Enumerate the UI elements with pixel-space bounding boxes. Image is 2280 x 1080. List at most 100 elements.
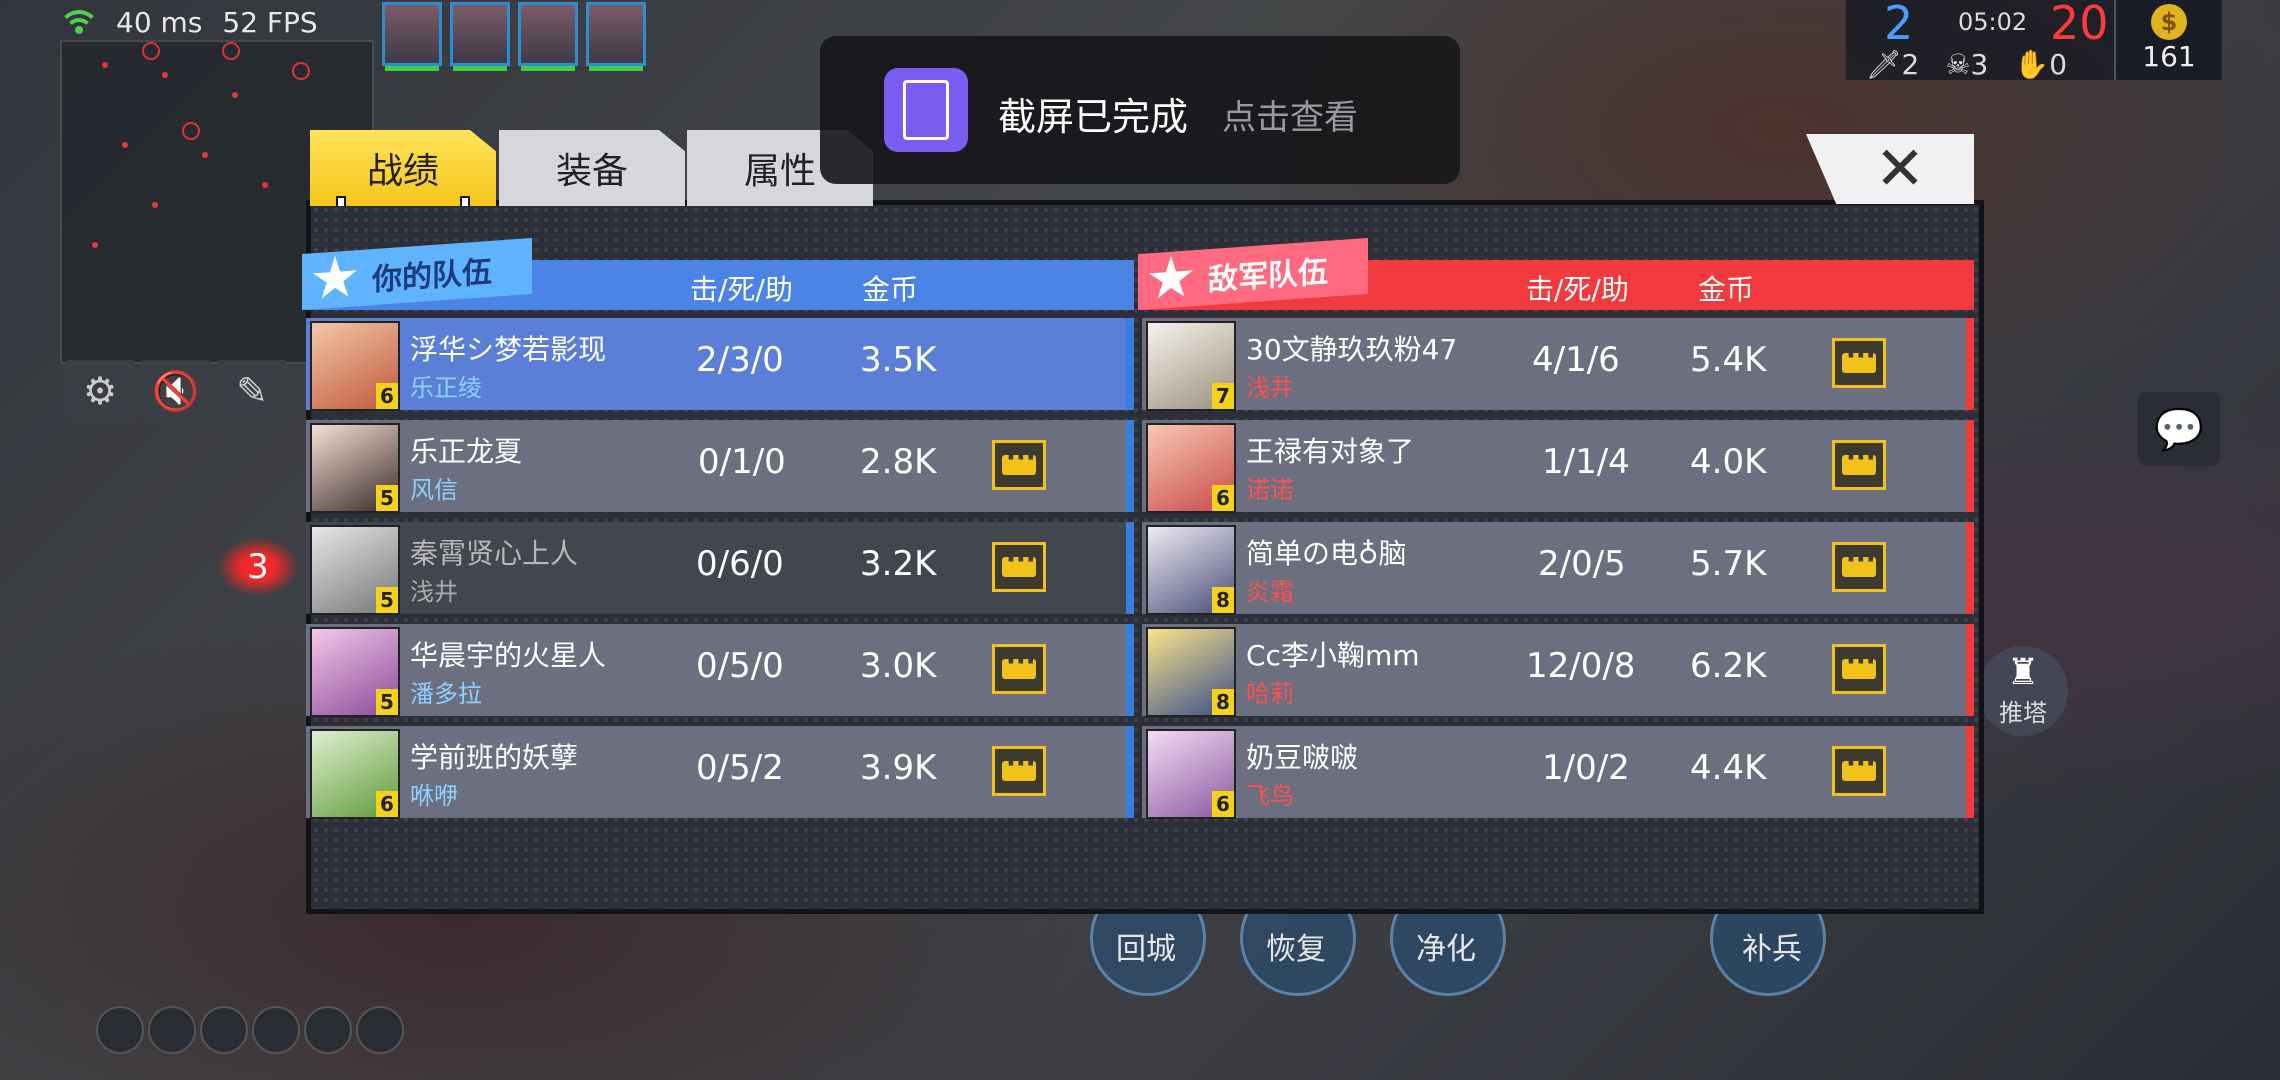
chat-message-button[interactable] bbox=[992, 542, 1046, 592]
screenshot-toast[interactable]: 截屏已完成 点击查看 bbox=[820, 36, 1460, 184]
hero-name: 飞鸟 bbox=[1246, 782, 1294, 810]
chat-message-button[interactable] bbox=[1832, 644, 1886, 694]
toast-view-link[interactable]: 点击查看 bbox=[1222, 90, 1358, 139]
hero-level: 6 bbox=[1212, 791, 1234, 817]
player-gold: 5.7K bbox=[1690, 544, 1767, 584]
team-portrait bbox=[450, 2, 510, 71]
chat-icon[interactable]: 💬 bbox=[2138, 392, 2220, 466]
player-gold: 3.0K bbox=[860, 646, 937, 686]
gold-bag-icon: $ bbox=[2151, 4, 2187, 40]
my-gold-header: 金币 bbox=[862, 273, 919, 306]
enemy-team-row: 6 王禄有对象了 诺诺 1/1/4 4.0K bbox=[1142, 420, 1974, 513]
chat-message-button[interactable] bbox=[1832, 542, 1886, 592]
star-icon bbox=[1148, 254, 1194, 303]
item-slot[interactable] bbox=[252, 1006, 300, 1054]
blue-score: 2 bbox=[1884, 0, 1914, 50]
my-team-header: 你的队伍 击/死/助 金币 bbox=[302, 237, 1134, 311]
tab-battle-stats-label: 战绩 bbox=[366, 151, 439, 192]
chat-bubble-icon bbox=[1842, 749, 1876, 781]
hero-level: 8 bbox=[1212, 689, 1234, 715]
player-name: Cc李小鞠mm bbox=[1246, 639, 1420, 672]
chat-bubble-icon bbox=[1002, 545, 1036, 577]
hero-avatar: 7 bbox=[1146, 321, 1236, 411]
tab-battle-stats[interactable]: 战绩 bbox=[310, 130, 496, 206]
hero-name: 哈莉 bbox=[1246, 680, 1294, 708]
player-kda: 2/0/5 bbox=[1538, 544, 1626, 584]
item-slot[interactable] bbox=[200, 1006, 248, 1054]
player-gold: 4.0K bbox=[1690, 442, 1767, 482]
chat-message-button[interactable] bbox=[992, 746, 1046, 796]
tower-icon: ♜ bbox=[2006, 652, 2040, 693]
close-button[interactable]: ✕ bbox=[1806, 134, 1974, 204]
fps-text: 52 FPS bbox=[222, 6, 318, 39]
player-name: 30文静玖玖粉47 bbox=[1246, 333, 1458, 366]
system-buttons: ⚙ 🔇 ✎ bbox=[66, 360, 286, 422]
player-kda: 2/3/0 bbox=[696, 340, 784, 380]
chat-message-button[interactable] bbox=[1832, 440, 1886, 490]
gold-display[interactable]: $ 161 bbox=[2114, 0, 2222, 80]
push-tower-label: 推塔 bbox=[1999, 699, 2047, 727]
assist-icon: ✋0 bbox=[2014, 48, 2068, 81]
chat-bubble-icon bbox=[1842, 341, 1876, 373]
hero-avatar: 5 bbox=[310, 525, 400, 615]
hero-level: 5 bbox=[376, 689, 398, 715]
hero-avatar: 5 bbox=[310, 627, 400, 717]
hero-name: 咻咿 bbox=[410, 782, 458, 810]
tab-equipment[interactable]: 装备 bbox=[499, 130, 685, 206]
game-timer: 05:02 bbox=[1958, 8, 2028, 36]
my-team-row-self[interactable]: 6 浮华シ梦若影现 乐正绫 2/3/0 3.5K bbox=[306, 318, 1134, 411]
settings-gear-icon[interactable]: ⚙ bbox=[66, 360, 134, 422]
player-kda: 4/1/6 bbox=[1532, 340, 1620, 380]
my-team-row: 5 华晨宇的火星人 潘多拉 0/5/0 3.0K bbox=[306, 624, 1134, 717]
item-slot[interactable] bbox=[356, 1006, 404, 1054]
chat-bubble-icon bbox=[1842, 647, 1876, 679]
hero-name: 风信 bbox=[410, 476, 458, 504]
player-gold: 2.8K bbox=[860, 442, 937, 482]
hero-avatar: 8 bbox=[1146, 627, 1236, 717]
item-slots bbox=[96, 1006, 404, 1054]
team-portraits bbox=[382, 2, 646, 71]
tab-attributes-label: 属性 bbox=[743, 151, 816, 192]
chat-message-button[interactable] bbox=[1832, 338, 1886, 388]
player-name: 学前班的妖孽 bbox=[410, 741, 579, 774]
assists-value: 0 bbox=[2049, 48, 2068, 81]
hero-level: 8 bbox=[1212, 587, 1234, 613]
personal-kda: 🗡2 ☠3 ✋0 bbox=[1866, 48, 2067, 81]
item-slot[interactable] bbox=[148, 1006, 196, 1054]
screenshot-icon bbox=[884, 68, 968, 152]
player-name: 王禄有对象了 bbox=[1246, 435, 1415, 468]
my-kda-header: 击/死/助 bbox=[690, 273, 793, 306]
wifi-icon bbox=[58, 9, 100, 36]
mute-mic-icon[interactable]: ✎ bbox=[218, 360, 286, 422]
skill-label-heal: 恢复 bbox=[1266, 932, 1326, 967]
hero-level: 6 bbox=[376, 383, 398, 409]
player-gold: 6.2K bbox=[1690, 646, 1767, 686]
hero-avatar: 5 bbox=[310, 423, 400, 513]
chat-message-button[interactable] bbox=[1832, 746, 1886, 796]
mute-voice-icon[interactable]: 🔇 bbox=[142, 360, 210, 422]
player-gold: 3.9K bbox=[860, 748, 937, 788]
player-gold: 5.4K bbox=[1690, 340, 1767, 380]
battle-stats-panel: 战绩 装备 属性 ✕ 你的队伍 击/死/助 金币 敌军队伍 击/死/助 金币 6… bbox=[302, 130, 1984, 914]
player-name: 浮华シ梦若影现 bbox=[410, 333, 607, 366]
skill-label-last-hit: 补兵 bbox=[1742, 932, 1802, 967]
item-slot[interactable] bbox=[304, 1006, 352, 1054]
player-gold: 3.5K bbox=[860, 340, 937, 380]
chat-message-button[interactable] bbox=[992, 440, 1046, 490]
chat-message-button[interactable] bbox=[992, 644, 1046, 694]
chat-bubble-icon bbox=[1842, 545, 1876, 577]
player-kda: 0/6/0 bbox=[696, 544, 784, 584]
gold-value: 161 bbox=[2142, 40, 2196, 73]
push-tower-button[interactable]: ♜ 推塔 bbox=[1978, 646, 2068, 736]
team-portrait bbox=[382, 2, 442, 71]
team-portrait bbox=[518, 2, 578, 71]
star-icon bbox=[312, 254, 358, 303]
player-name: 简单の电♁脑 bbox=[1246, 537, 1407, 570]
hero-level: 5 bbox=[376, 587, 398, 613]
item-slot[interactable] bbox=[96, 1006, 144, 1054]
hero-avatar: 6 bbox=[1146, 423, 1236, 513]
my-team-row: 6 学前班的妖孽 咻咿 0/5/2 3.9K bbox=[306, 726, 1134, 819]
hero-level: 6 bbox=[376, 791, 398, 817]
hero-avatar: 8 bbox=[1146, 525, 1236, 615]
enemy-gold-header: 金币 bbox=[1698, 273, 1755, 306]
